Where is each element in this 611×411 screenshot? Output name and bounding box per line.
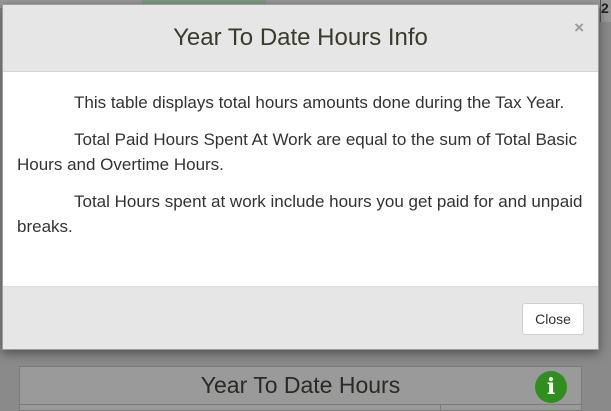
close-icon[interactable]: × xyxy=(574,19,584,37)
modal-paragraph: This table displays total hours amounts … xyxy=(74,93,565,112)
modal-paragraph: Total Hours spent at work include hours … xyxy=(17,192,583,236)
modal-paragraph: Total Paid Hours Spent At Work are equal… xyxy=(17,130,578,174)
panel-divider xyxy=(20,404,581,405)
modal-body: This table displays total hours amounts … xyxy=(17,90,584,251)
modal-footer: Close xyxy=(3,286,598,349)
info-icon[interactable]: i xyxy=(535,371,567,403)
close-button[interactable]: Close xyxy=(522,303,584,335)
modal-header: Year To Date Hours Info × xyxy=(3,5,598,72)
year-to-date-panel: Year To Date Hours i xyxy=(19,366,582,411)
background-corner-text: 2 xyxy=(601,0,609,16)
panel-column-divider xyxy=(440,404,441,410)
modal-title: Year To Date Hours Info xyxy=(173,24,428,51)
panel-title: Year To Date Hours xyxy=(200,372,401,398)
background-corner-cell: 2 xyxy=(600,0,611,22)
info-modal: Year To Date Hours Info × This table dis… xyxy=(2,4,599,350)
